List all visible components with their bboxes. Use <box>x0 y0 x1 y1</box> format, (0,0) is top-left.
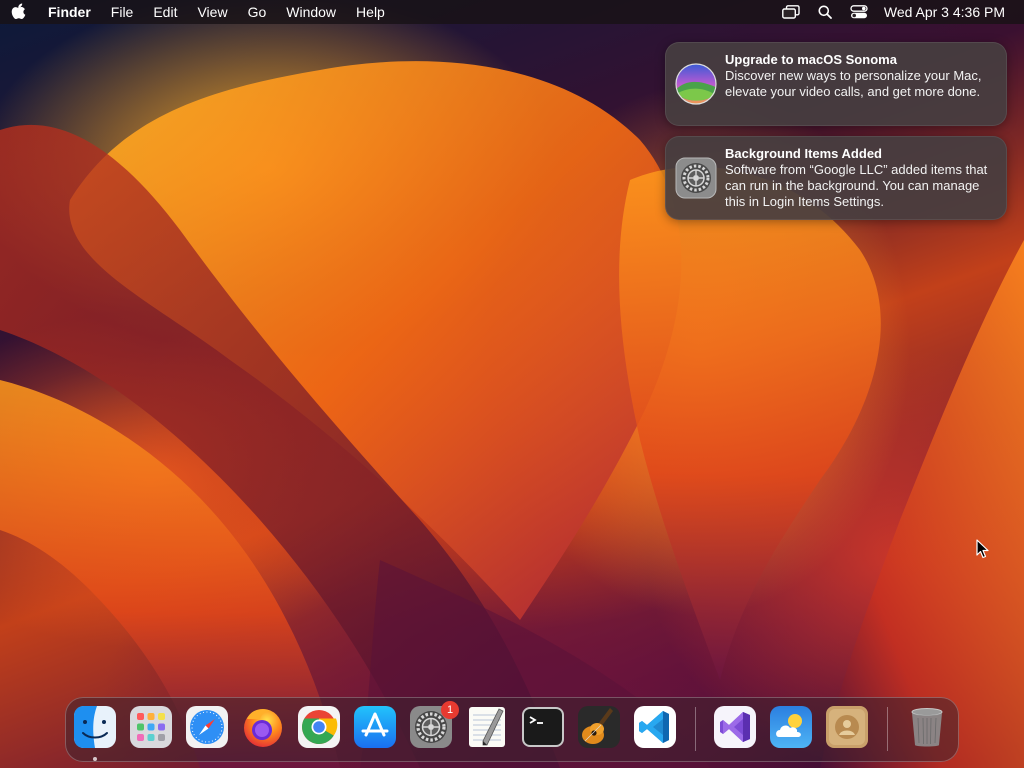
menu-view[interactable]: View <box>187 0 237 24</box>
dock: 1 <box>65 697 959 762</box>
notification-badge: 1 <box>441 701 459 719</box>
running-indicator <box>93 757 97 761</box>
menu-bar-clock[interactable]: Wed Apr 3 4:36 PM <box>876 0 1024 24</box>
textedit-icon[interactable] <box>465 705 509 749</box>
menu-window[interactable]: Window <box>276 0 346 24</box>
launchpad-icon[interactable] <box>129 705 173 749</box>
contacts-icon[interactable] <box>825 705 869 749</box>
system-settings-icon[interactable]: 1 <box>409 701 459 749</box>
macos-sonoma-icon <box>675 63 717 105</box>
notification-body: Discover new ways to personalize your Ma… <box>725 68 982 99</box>
notification-title: Background Items Added <box>725 146 882 161</box>
notification-body: Software from “Google LLC” added items t… <box>725 162 988 209</box>
chrome-icon[interactable] <box>297 705 341 749</box>
terminal-icon[interactable] <box>521 705 565 749</box>
firefox-icon[interactable] <box>241 705 285 749</box>
control-center-icon[interactable] <box>842 0 876 24</box>
vscode-icon[interactable] <box>633 705 677 749</box>
menu-bar: Finder File Edit View Go Window Help Wed… <box>0 0 1024 24</box>
trash-icon[interactable] <box>905 705 949 749</box>
menu-file[interactable]: File <box>101 0 144 24</box>
menu-edit[interactable]: Edit <box>143 0 187 24</box>
screen-mirroring-icon[interactable] <box>774 0 808 24</box>
finder-icon[interactable] <box>73 705 117 749</box>
dock-separator <box>887 707 888 751</box>
visual-studio-icon[interactable] <box>713 705 757 749</box>
menu-app-name[interactable]: Finder <box>38 0 101 24</box>
menu-help[interactable]: Help <box>346 0 395 24</box>
weather-icon[interactable] <box>769 705 813 749</box>
garageband-icon[interactable] <box>577 705 621 749</box>
notification-background-items[interactable]: Background Items Added Software from “Go… <box>665 136 1007 220</box>
dock-separator <box>695 707 696 751</box>
notification-title: Upgrade to macOS Sonoma <box>725 52 897 67</box>
notification-upgrade-sonoma[interactable]: Upgrade to macOS Sonoma Discover new way… <box>665 42 1007 126</box>
spotlight-search-icon[interactable] <box>808 0 842 24</box>
app-store-icon[interactable] <box>353 705 397 749</box>
safari-icon[interactable] <box>185 705 229 749</box>
system-settings-icon <box>675 157 717 199</box>
apple-logo-icon[interactable] <box>0 0 38 24</box>
mouse-cursor-icon <box>976 539 990 559</box>
menu-go[interactable]: Go <box>238 0 277 24</box>
